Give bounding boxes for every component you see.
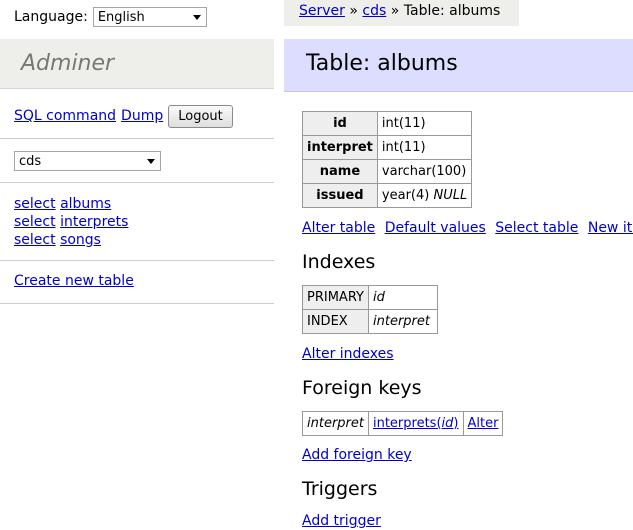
table-row: issued year(4) NULL [302, 183, 473, 208]
table-row: INDEX interpret [302, 309, 438, 334]
create-new-table-link[interactable]: Create new table [14, 273, 134, 289]
index-type: PRIMARY [302, 285, 369, 310]
alter-indexes-link[interactable]: Alter indexes [302, 346, 394, 362]
page-title: Table: albums [306, 51, 458, 76]
column-type: year(4) NULL [376, 183, 473, 208]
divider [0, 303, 274, 304]
select-table-link[interactable]: Select table [495, 220, 578, 236]
index-columns: id [368, 285, 438, 310]
column-name: issued [302, 183, 378, 208]
table-row: interpret int(11) [302, 135, 473, 160]
dump-link[interactable]: Dump [121, 108, 163, 124]
fk-target: interprets(id) [367, 411, 464, 436]
breadcrumb-server-link[interactable]: Server [299, 3, 345, 19]
column-name: name [302, 159, 378, 184]
select-link[interactable]: select [14, 196, 56, 212]
indexes-table: PRIMARY id INDEX interpret [302, 285, 438, 334]
fk-source-column: interpret [302, 411, 369, 436]
breadcrumb-separator: » [390, 3, 400, 19]
logout-button[interactable]: Logout [168, 104, 233, 128]
column-null-flag: NULL [433, 188, 468, 203]
title-bar: Table: albums [284, 39, 633, 92]
column-name: interpret [302, 135, 378, 160]
table-row: id int(11) [302, 111, 473, 136]
language-select-value: English [97, 9, 145, 25]
divider [0, 138, 274, 139]
tables-list: select albums select interprets select s… [14, 195, 128, 249]
side-links: SQL command Dump Logout [14, 103, 233, 129]
add-foreign-key-link[interactable]: Add foreign key [302, 447, 412, 463]
column-name: id [302, 111, 378, 136]
database-select[interactable]: cds [14, 151, 161, 171]
brand-name: Adminer [21, 51, 115, 76]
language-select[interactable]: English [92, 7, 207, 27]
indexes-heading: Indexes [302, 251, 376, 273]
divider [0, 182, 274, 183]
fk-alter-cell: Alter [462, 411, 504, 436]
column-type: int(11) [376, 135, 473, 160]
language-row: Language: English [14, 6, 207, 28]
table-row: name varchar(100) [302, 159, 473, 184]
table-actions: Alter table Default values Select table … [302, 220, 633, 236]
add-trigger-link[interactable]: Add trigger [302, 513, 381, 529]
table-link-interprets[interactable]: interprets [60, 214, 128, 230]
column-type: int(11) [376, 111, 473, 136]
table-row: PRIMARY id [302, 285, 438, 310]
index-columns: interpret [368, 309, 438, 334]
new-item-link[interactable]: New item [588, 220, 633, 236]
fk-alter-link[interactable]: Alter [468, 416, 499, 431]
triggers-heading: Triggers [302, 478, 378, 500]
foreign-keys-heading: Foreign keys [302, 377, 422, 399]
fk-target-link[interactable]: interprets(id) [373, 416, 459, 431]
table-link-albums[interactable]: albums [60, 196, 111, 212]
chevron-down-icon [192, 15, 201, 20]
breadcrumb-db-link[interactable]: cds [362, 3, 386, 19]
database-select-value: cds [19, 153, 42, 169]
list-item: select interprets [14, 213, 128, 231]
list-item: select albums [14, 195, 128, 213]
brand-bar: Adminer [0, 39, 274, 89]
foreign-keys-table: interpret interprets(id) Alter [302, 411, 504, 436]
table-row: interpret interprets(id) Alter [302, 411, 504, 436]
divider [0, 260, 274, 261]
chevron-down-icon [147, 159, 155, 164]
breadcrumb-separator: » [349, 3, 358, 19]
index-type: INDEX [302, 309, 369, 334]
sql-command-link[interactable]: SQL command [14, 108, 116, 124]
table-link-songs[interactable]: songs [60, 232, 101, 248]
select-link[interactable]: select [14, 232, 56, 248]
breadcrumb: Server » cds » Table: albums [284, 0, 519, 26]
default-values-link[interactable]: Default values [385, 220, 486, 236]
list-item: select songs [14, 231, 128, 249]
breadcrumb-current: Table: albums [403, 3, 501, 19]
columns-table: id int(11) interpret int(11) name varcha… [302, 111, 473, 208]
column-type: varchar(100) [376, 159, 473, 184]
language-label: Language: [14, 9, 88, 25]
select-link[interactable]: select [14, 214, 56, 230]
alter-table-link[interactable]: Alter table [302, 220, 375, 236]
